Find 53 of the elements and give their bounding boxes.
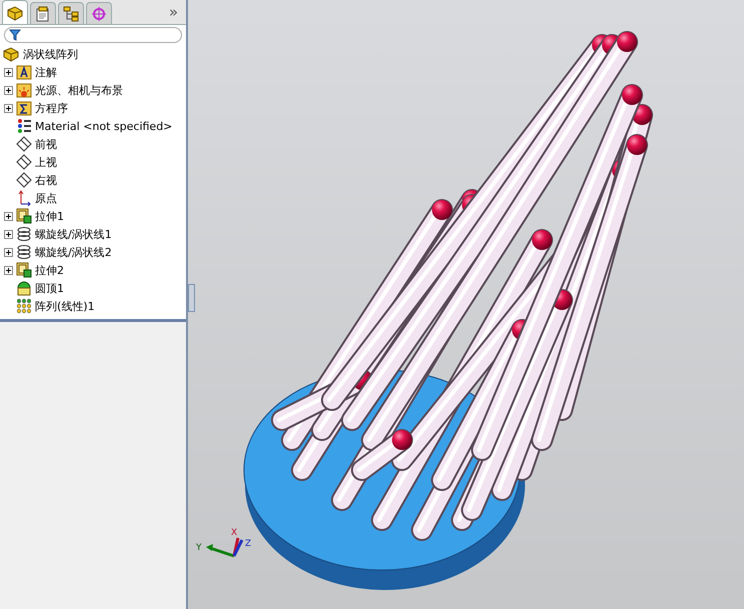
expand-icon[interactable] xyxy=(4,230,13,238)
plane-icon xyxy=(16,136,32,152)
expand-icon[interactable] xyxy=(4,86,13,94)
plane-icon xyxy=(16,172,32,188)
expand-icon[interactable] xyxy=(4,104,13,112)
annotation-folder-icon xyxy=(16,64,32,80)
hierarchy-icon xyxy=(63,6,79,22)
part-name: 涡状线阵列 xyxy=(23,46,78,62)
panel-tab[interactable] xyxy=(86,2,112,24)
origin-icon xyxy=(16,190,32,206)
feature-tree-icon xyxy=(6,4,24,20)
expand-icon[interactable] xyxy=(4,248,13,256)
helix-icon xyxy=(16,226,32,242)
feature-label[interactable]: 右视 xyxy=(35,172,57,188)
sigma-folder-icon xyxy=(16,100,32,116)
expand-icon[interactable] xyxy=(4,68,13,76)
panel-tab[interactable] xyxy=(58,2,84,24)
feature-label[interactable]: 拉伸1 xyxy=(35,208,64,224)
feature-label[interactable]: 上视 xyxy=(35,154,57,170)
panel-tab[interactable] xyxy=(2,0,28,24)
feature-label[interactable]: 螺旋线/涡状线1 xyxy=(35,226,112,242)
helix-icon xyxy=(16,244,32,260)
feature-label[interactable]: 螺旋线/涡状线2 xyxy=(35,244,112,260)
feature-label[interactable]: 圆顶1 xyxy=(35,280,64,296)
feature-label[interactable]: 注解 xyxy=(35,64,57,80)
axis-triad-drawing xyxy=(206,538,244,558)
overflow-chevron[interactable]: » xyxy=(168,3,178,21)
filter-icon xyxy=(9,29,21,41)
x-axis-label: X xyxy=(231,528,238,538)
z-axis-label: Z xyxy=(245,539,252,549)
pattern-icon xyxy=(16,298,32,314)
dome-icon xyxy=(16,280,32,296)
feature-label[interactable]: 光源、相机与布景 xyxy=(35,82,123,98)
expand-icon[interactable] xyxy=(4,266,13,274)
expand-icon[interactable] xyxy=(4,212,13,220)
document-icon xyxy=(35,6,51,22)
crosshair-icon xyxy=(91,6,107,22)
filter-field[interactable] xyxy=(4,27,182,43)
plane-icon xyxy=(16,154,32,170)
extrude-icon xyxy=(16,262,32,278)
feature-label[interactable]: 拉伸2 xyxy=(35,262,64,278)
y-axis-label: Y xyxy=(196,543,202,553)
feature-label[interactable]: 方程序 xyxy=(35,100,68,116)
extrude-icon xyxy=(16,208,32,224)
collapse-handle[interactable] xyxy=(188,284,195,312)
sun-folder-icon xyxy=(16,82,32,98)
material-icon xyxy=(16,118,32,134)
part-icon xyxy=(2,46,20,62)
feature-label[interactable]: 前视 xyxy=(35,136,57,152)
feature-label[interactable]: 阵列(线性)1 xyxy=(35,298,95,314)
feature-label[interactable]: Material <not specified> xyxy=(35,120,172,132)
panel-tab[interactable] xyxy=(30,2,56,24)
feature-label[interactable]: 原点 xyxy=(35,190,57,206)
